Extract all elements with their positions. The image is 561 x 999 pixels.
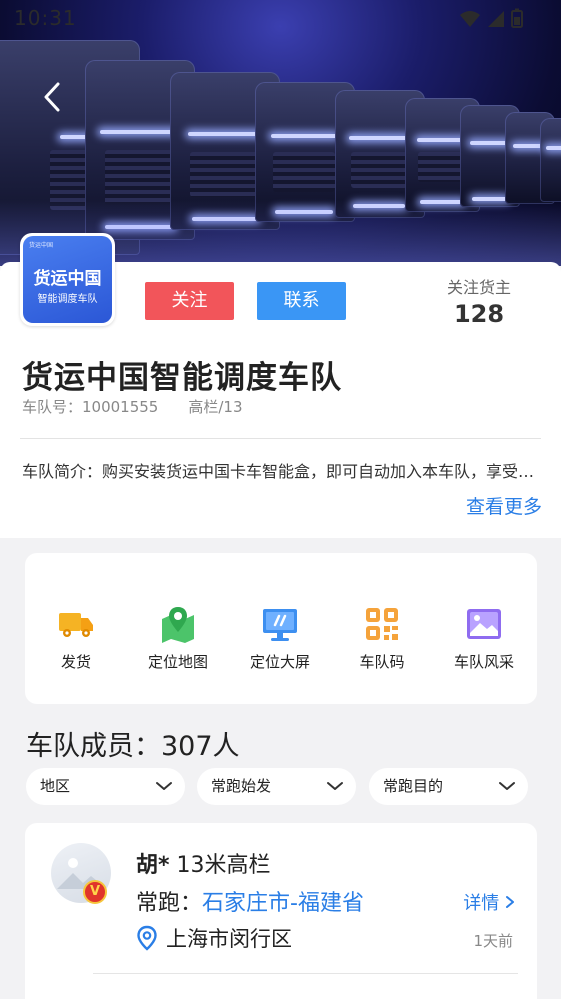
team-vehicle: 高栏/13 [188,398,243,416]
func-team-code[interactable]: 车队码 [331,605,433,672]
members-title: 车队成员：307人 [26,731,240,762]
func-location-map[interactable]: 定位地图 [127,605,229,672]
team-name: 货运中国智能调度车队 [22,360,342,396]
team-intro: 车队简介：购买安装货运中国卡车智能盒，即可自动加入本车队，享受更多运力服务与货源… [22,462,540,481]
member-card[interactable]: V 胡* 13米高栏 常跑：石家庄市-福建省 详情 上海市闵行区 1天前 [25,823,537,999]
hero-banner: 10:31 [0,0,561,266]
func-location-screen[interactable]: 定位大屏 [229,605,331,672]
member-last-active: 1天前 [473,932,513,950]
follow-button[interactable]: 关注 [145,282,234,320]
member-location: 上海市闵行区 [166,927,292,951]
team-meta: 车队号：10001555 高栏/13 [22,396,243,417]
team-id: 车队号：10001555 [22,398,159,416]
member-vehicle: 13米高栏 [176,853,271,878]
signal-icon [488,11,504,27]
divider [93,973,518,974]
divider [20,438,541,439]
function-grid: 发货 定位地图 定位大屏 车队码 车队风采 [25,553,537,704]
followed-shippers-count[interactable]: 128 [438,300,520,328]
monitor-icon [263,609,297,641]
member-location-line: 上海市闵行区 [136,923,292,953]
member-route: 石家庄市-福建省 [202,891,364,916]
member-name-line: 胡* 13米高栏 [136,847,271,879]
team-logo: 货运中国 货运中国 智能调度车队 [20,233,115,326]
member-detail-link[interactable]: 详情 [463,889,515,915]
wifi-icon [460,11,480,27]
func-team-gallery[interactable]: 车队风采 [433,605,535,672]
chevron-down-icon [499,782,515,790]
func-ship[interactable]: 发货 [25,605,127,672]
gallery-icon [467,609,501,639]
filter-origin[interactable]: 常跑始发 [197,768,356,805]
view-more-link[interactable]: 查看更多 [466,492,542,519]
followed-shippers-label: 关注货主 [446,278,511,297]
qr-code-icon [366,608,398,640]
location-pin-icon [137,925,157,951]
logo-title: 货运中国 [33,269,102,289]
logo-subtitle: 智能调度车队 [37,294,98,305]
battery-icon [511,8,523,28]
member-route-line: 常跑：石家庄市-福建省 [136,885,364,917]
member-route-label: 常跑： [136,891,203,916]
contact-button[interactable]: 联系 [257,282,346,320]
status-time: 10:31 [14,6,77,30]
verified-badge: V [83,880,107,904]
status-icons [459,8,523,28]
truck-icon [59,613,93,637]
filter-region[interactable]: 地区 [26,768,185,805]
chevron-right-icon [506,896,514,908]
chevron-down-icon [327,782,343,790]
chevron-down-icon [156,782,172,790]
member-name: 胡* [136,853,170,878]
filter-destination[interactable]: 常跑目的 [369,768,528,805]
map-pin-icon [162,607,194,643]
truck-image [540,118,561,202]
back-arrow-icon[interactable] [40,80,64,114]
